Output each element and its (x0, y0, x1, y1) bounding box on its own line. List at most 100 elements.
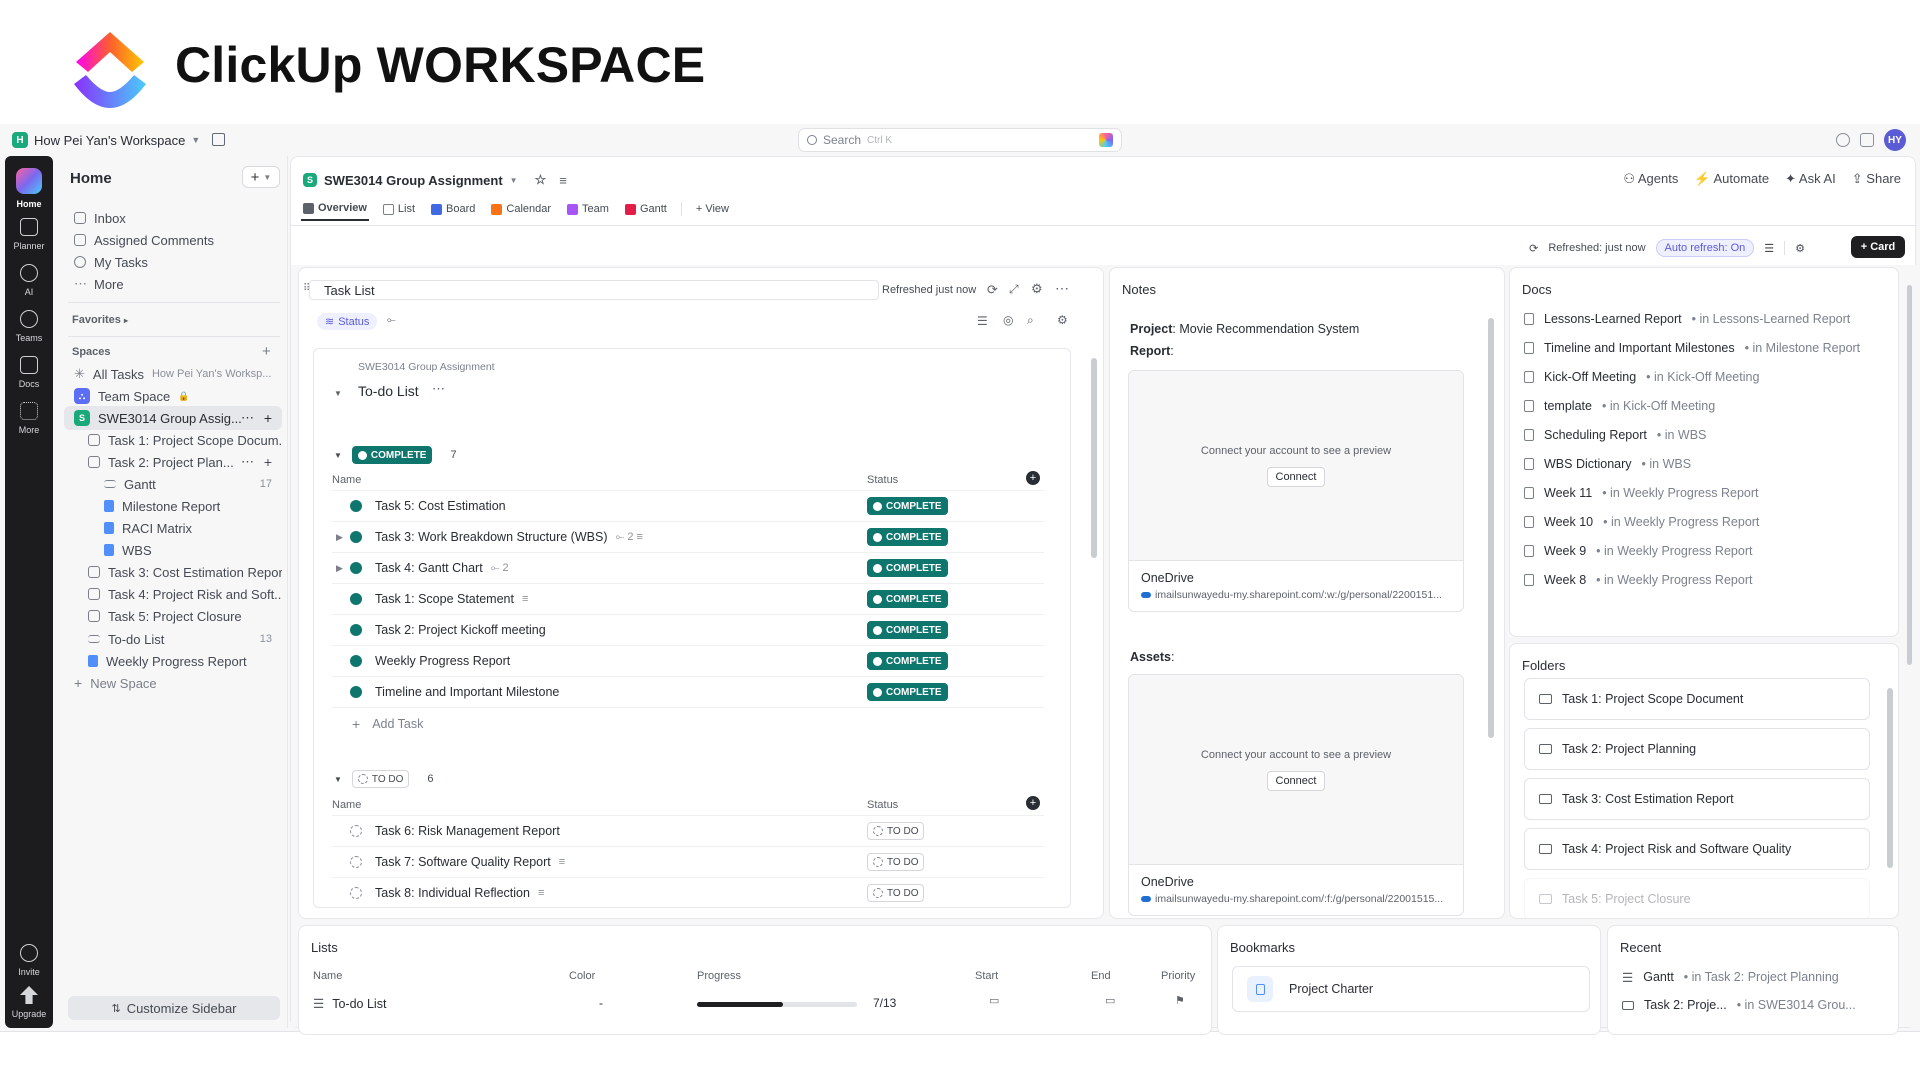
add-column-icon[interactable]: + (1026, 796, 1040, 810)
scrollbar[interactable] (1488, 318, 1494, 738)
tab-calendar[interactable]: Calendar (489, 197, 553, 221)
filter-icon[interactable]: ☰ (1764, 242, 1774, 255)
complete-check-icon[interactable] (350, 593, 362, 605)
search-icon[interactable]: ⌕ (1027, 313, 1034, 328)
status-badge[interactable]: COMPLETE (867, 683, 948, 701)
table-row[interactable]: ▶ Task 4: Gantt Chart ⟜ 2 COMPLETE (332, 553, 1044, 584)
plus-icon[interactable]: + (264, 454, 272, 470)
sidebar-list[interactable]: Gantt 17 (94, 472, 282, 496)
sidebar-item-my-tasks[interactable]: My Tasks (64, 250, 282, 274)
rail-docs[interactable]: Docs (5, 356, 53, 389)
column-header-name[interactable]: Name (332, 474, 361, 486)
column-header[interactable]: Name (313, 970, 342, 982)
column-header[interactable]: Priority (1161, 970, 1195, 982)
table-row[interactable]: Task 2: Project Kickoff meeting COMPLETE (332, 615, 1044, 646)
doc-item[interactable]: WBS Dictionary • in WBS (1524, 453, 1884, 475)
table-row[interactable]: Task 8: Individual Reflection ≡ TO DO (332, 878, 1044, 907)
tab-overview[interactable]: Overview (301, 197, 369, 221)
folder-item[interactable]: Task 2: Project Planning (1524, 728, 1870, 770)
rail-ai[interactable]: AI (5, 264, 53, 297)
chevron-down-icon[interactable]: ▼ (334, 389, 342, 398)
column-header[interactable]: Color (569, 970, 595, 982)
sidebar-item-inbox[interactable]: Inbox (64, 206, 282, 230)
auto-refresh-toggle[interactable]: Auto refresh: On (1655, 239, 1755, 257)
add-view-button[interactable]: + View (694, 197, 731, 221)
sidebar-list[interactable]: To-do List 13 (78, 627, 282, 651)
connect-button[interactable]: Connect (1266, 466, 1326, 487)
table-row[interactable]: Task 6: Risk Management Report TO DO (332, 816, 1044, 847)
flag-icon[interactable]: ⚑ (1175, 994, 1185, 1007)
sidebar-doc[interactable]: RACI Matrix (94, 516, 282, 540)
connect-button[interactable]: Connect (1266, 770, 1326, 791)
sidebar-item-team-space[interactable]: ⛬ Team Space 🔒 (64, 384, 282, 408)
tab-list[interactable]: List (381, 197, 417, 221)
settings-icon[interactable]: ⚙ (1031, 281, 1043, 297)
doc-item[interactable]: Week 8 • in Weekly Progress Report (1524, 569, 1884, 591)
tab-gantt[interactable]: Gantt (623, 197, 669, 221)
table-row[interactable]: Timeline and Important Milestone COMPLETE (332, 677, 1044, 708)
status-badge[interactable]: COMPLETE (867, 621, 948, 639)
status-badge[interactable]: TO DO (867, 822, 925, 840)
doc-item[interactable]: Lessons-Learned Report • in Lessons-Learn… (1524, 308, 1884, 330)
favorites-label[interactable]: Favorites ▸ (72, 314, 128, 326)
todo-circle-icon[interactable] (350, 856, 362, 868)
sidebar-folder[interactable]: Task 1: Project Scope Docum... (78, 428, 282, 452)
automate-button[interactable]: ⚡ Automate (1694, 171, 1769, 187)
folder-item[interactable]: Task 4: Project Risk and Software Qualit… (1524, 828, 1870, 870)
status-group-chip[interactable]: ≋ Status (317, 313, 378, 330)
sidebar-item-all-tasks[interactable]: ✳ All Tasks How Pei Yan's Worksp... (64, 362, 282, 386)
expand-icon[interactable]: ⤢ (1009, 282, 1019, 297)
recent-item[interactable]: ☰ Gantt • in Task 2: Project Planning (1622, 966, 1892, 988)
rail-invite[interactable]: Invite (5, 944, 53, 977)
add-task-button[interactable]: + Add Task (332, 708, 1044, 739)
todo-circle-icon[interactable] (350, 887, 362, 899)
calendar-icon[interactable]: ▭ (1105, 994, 1115, 1007)
scrollbar[interactable] (1887, 688, 1893, 868)
complete-check-icon[interactable] (350, 655, 362, 667)
doc-item[interactable]: Week 11 • in Weekly Progress Report (1524, 482, 1884, 504)
column-header[interactable]: Start (975, 970, 998, 982)
rail-teams[interactable]: Teams (5, 310, 53, 343)
filter-icon[interactable]: ☰ (977, 314, 988, 328)
status-badge[interactable]: TO DO (867, 853, 925, 871)
ask-ai-button[interactable]: ✦ Ask AI (1785, 171, 1836, 187)
sidebar-folder[interactable]: Task 5: Project Closure (78, 604, 282, 628)
sidebar-folder[interactable]: Task 3: Cost Estimation Report (78, 560, 282, 584)
agents-button[interactable]: ⚇ Agents (1623, 171, 1678, 187)
complete-check-icon[interactable] (350, 562, 362, 574)
scrollbar[interactable] (1091, 358, 1097, 558)
recent-item[interactable]: Task 2: Proje... • in SWE3014 Grou... (1622, 994, 1892, 1016)
customize-sidebar-button[interactable]: ⇅ Customize Sidebar (68, 996, 280, 1020)
more-dots-icon[interactable]: ⋯ (432, 381, 445, 397)
create-button[interactable]: + ▼ (242, 166, 280, 188)
status-badge[interactable]: TO DO (867, 884, 925, 902)
tab-team[interactable]: Team (565, 197, 611, 221)
plus-icon[interactable]: + (264, 410, 272, 426)
video-icon[interactable] (1860, 133, 1874, 147)
share-button[interactable]: ⇪ Share (1852, 171, 1901, 187)
star-icon[interactable]: ☆ (535, 172, 547, 188)
subtasks-icon[interactable]: ⟜ (387, 314, 396, 327)
complete-check-icon[interactable] (350, 500, 362, 512)
more-dots-icon[interactable]: ⋯ (241, 410, 254, 426)
preview-url[interactable]: imailsunwayedu-my.sharepoint.com/:w:/g/p… (1129, 585, 1463, 611)
list-row[interactable]: ☰ To-do List (313, 996, 386, 1012)
refresh-icon[interactable]: ⟳ (1529, 242, 1538, 255)
todo-circle-icon[interactable] (350, 825, 362, 837)
table-row[interactable]: Task 7: Software Quality Report ≡ TO DO (332, 847, 1044, 878)
group-header-todo[interactable]: ▼ TO DO 6 (334, 770, 434, 788)
rail-more[interactable]: More (5, 402, 53, 435)
doc-item[interactable]: Week 10 • in Weekly Progress Report (1524, 511, 1884, 533)
doc-item[interactable]: Timeline and Important Milestones • in Mi… (1524, 337, 1884, 359)
bookmark-item[interactable]: Project Charter (1232, 966, 1590, 1012)
add-space-plus-icon[interactable]: + (262, 343, 271, 360)
doc-item[interactable]: Week 9 • in Weekly Progress Report (1524, 540, 1884, 562)
complete-check-icon[interactable] (350, 624, 362, 636)
table-row[interactable]: Weekly Progress Report COMPLETE (332, 646, 1044, 677)
status-badge[interactable]: COMPLETE (867, 652, 948, 670)
doc-item[interactable]: Scheduling Report • in WBS (1524, 424, 1884, 446)
ai-sparkle-icon[interactable] (1099, 133, 1113, 147)
description-icon[interactable]: ≡ (559, 173, 567, 188)
column-header-name[interactable]: Name (332, 799, 361, 811)
column-header-status[interactable]: Status (867, 799, 898, 811)
